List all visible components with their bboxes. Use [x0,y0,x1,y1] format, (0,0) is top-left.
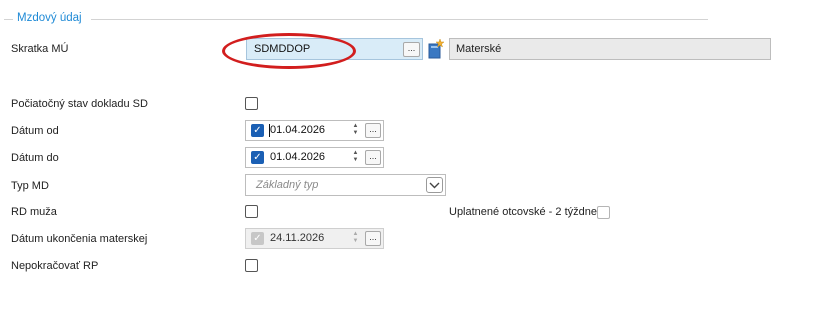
section-divider-right [91,19,708,20]
datum-ukoncenia-picker-button: ... [365,231,381,246]
skratka-value: SDMDDOP [254,43,311,55]
rd-muza-checkbox[interactable] [245,205,258,218]
chevron-down-icon[interactable] [426,177,443,193]
skratka-description: Materské [449,38,771,60]
datum-ukoncenia-field: ✓ 24.11.2026 ▲ ▼ ... [245,228,384,249]
datum-od-spinner[interactable]: ▲ ▼ [351,123,360,138]
checkmark-icon[interactable]: ✓ [251,151,264,164]
checkmark-icon[interactable]: ✓ [251,124,264,137]
nepokracovat-label: Nepokračovať RP [11,260,99,272]
datum-od-field[interactable]: ✓ 01.04.2026 ▲ ▼ ... [245,120,384,141]
datum-ukoncenia-label: Dátum ukončenia materskej [11,233,148,245]
typ-md-placeholder: Základný typ [256,179,319,191]
datum-do-value: 01.04.2026 [270,151,326,163]
typ-md-label: Typ MD [11,180,49,192]
skratka-description-text: Materské [456,43,502,55]
otcovske-label: Uplatnené otcovské - 2 týždne [449,206,597,218]
pociatocny-checkbox[interactable] [245,97,258,110]
datum-od-label: Dátum od [11,125,59,137]
datum-do-label: Dátum do [11,152,59,164]
section-divider-left [4,19,13,20]
datum-ukoncenia-value: 24.11.2026 [270,232,325,244]
typ-md-select[interactable]: Základný typ [245,174,446,196]
datum-do-field[interactable]: ✓ 01.04.2026 ▲ ▼ ... [245,147,384,168]
section-title: Mzdový údaj [17,12,82,24]
datum-od-picker-button[interactable]: ... [365,123,381,138]
star-icon[interactable] [428,38,445,60]
nepokracovat-checkbox[interactable] [245,259,258,272]
skratka-browse-button[interactable]: ... [403,42,420,57]
datum-od-value: 01.04.2026 [270,124,326,136]
otcovske-checkbox[interactable] [597,206,610,219]
skratka-input[interactable]: SDMDDOP ... [246,38,423,60]
datum-ukoncenia-spinner: ▲ ▼ [352,231,359,244]
pociatocny-label: Počiatočný stav dokladu SD [11,98,148,110]
datum-do-spinner[interactable]: ▲ ▼ [351,150,360,165]
checkmark-icon: ✓ [251,232,264,245]
rd-muza-label: RD muža [11,206,57,218]
datum-do-picker-button[interactable]: ... [365,150,381,165]
skratka-label: Skratka MÚ [11,43,69,55]
